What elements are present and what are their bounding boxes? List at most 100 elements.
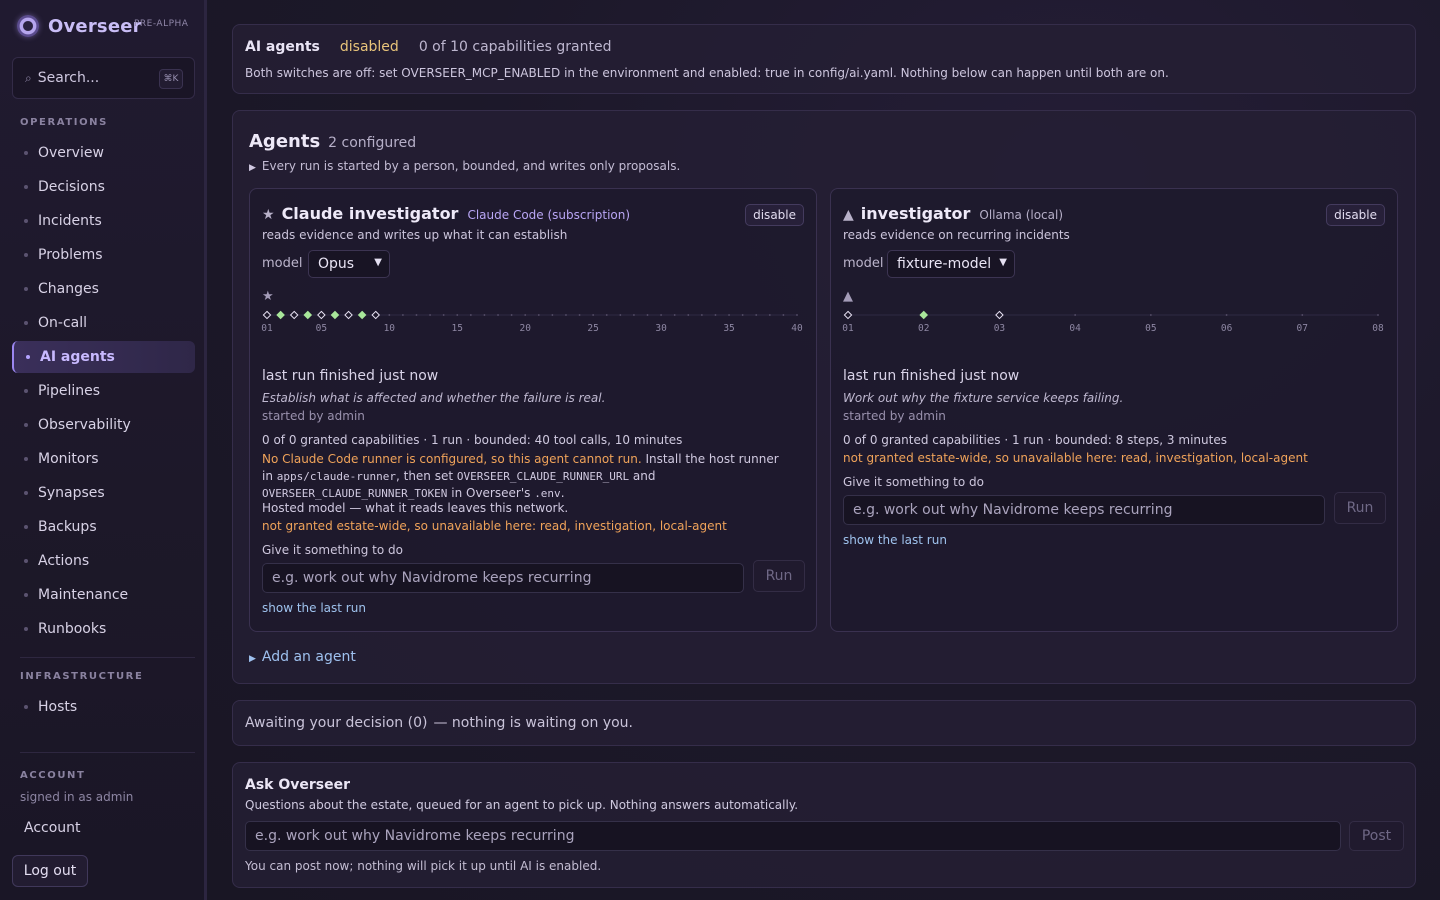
- sidebar-item-changes[interactable]: Changes: [12, 273, 195, 305]
- add-agent-toggle[interactable]: ▶ Add an agent: [249, 649, 356, 665]
- disclosure-triangle-icon: ▶: [249, 654, 256, 664]
- show-last-run-link[interactable]: show the last run: [262, 601, 366, 615]
- run-marker-open[interactable]: [843, 310, 853, 320]
- brand[interactable]: Overseer: [17, 14, 142, 38]
- sidebar-item-actions[interactable]: Actions: [12, 545, 195, 577]
- timeline-empty-slot: [1301, 314, 1304, 316]
- capabilities-count: 0 of 10 capabilities granted: [418, 39, 612, 55]
- run-marker-filled[interactable]: [276, 310, 285, 320]
- timeline-tick-label: 30: [655, 323, 667, 334]
- run-timeline: ▲ 01 02 03 04 05 06 07 08: [841, 285, 1389, 337]
- status-badge: disabled: [339, 39, 399, 55]
- timeline-tick-label: 02: [918, 323, 929, 334]
- timeline-tick-label: 06: [1221, 323, 1233, 334]
- task-input[interactable]: e.g. work out why Navidrome keeps recurr…: [262, 563, 744, 593]
- sidebar-item-label: Pipelines: [38, 383, 101, 399]
- timeline-empty-slot: [1074, 314, 1077, 316]
- sidebar-item-label: Observability: [38, 417, 131, 433]
- task-input[interactable]: e.g. work out why Navidrome keeps recurr…: [843, 495, 1325, 525]
- timeline-tick-label: 15: [452, 323, 463, 334]
- sidebar-item-runbooks[interactable]: Runbooks: [12, 613, 195, 645]
- capabilities-summary: 0 of 0 granted capabilities · 1 run · bo…: [262, 433, 683, 447]
- run-marker-filled[interactable]: [919, 310, 929, 320]
- sidebar-item-maintenance[interactable]: Maintenance: [12, 579, 195, 611]
- run-marker-open[interactable]: [289, 310, 299, 320]
- ask-footer-note: You can post now; nothing will pick it u…: [245, 859, 602, 873]
- run-button[interactable]: Run: [1334, 492, 1386, 524]
- timeline-empty-slot: [510, 314, 513, 316]
- run-marker-filled[interactable]: [357, 310, 367, 320]
- post-button[interactable]: Post: [1349, 821, 1404, 851]
- run-marker-open[interactable]: [371, 310, 381, 320]
- agent-card-claude-investigator: ★ Claude investigator Claude Code (subsc…: [249, 188, 817, 632]
- awaiting-note: — nothing is waiting on you.: [433, 715, 633, 731]
- bullet-icon: [24, 151, 28, 155]
- last-run-status: last run finished just now: [843, 368, 1020, 384]
- disable-button[interactable]: disable: [745, 204, 804, 226]
- sidebar-item-label: Backups: [38, 519, 97, 535]
- question-input[interactable]: e.g. work out why Navidrome keeps recurr…: [245, 821, 1341, 851]
- sidebar-item-overview[interactable]: Overview: [12, 137, 195, 169]
- sidebar-item-backups[interactable]: Backups: [12, 511, 195, 543]
- run-marker-open[interactable]: [262, 310, 272, 320]
- bullet-icon: [24, 219, 28, 223]
- logout-button[interactable]: Log out: [12, 855, 88, 887]
- shortcut-hint: ⌘K: [159, 69, 183, 89]
- capabilities-summary: 0 of 0 granted capabilities · 1 run · bo…: [843, 433, 1227, 447]
- runner-hint: and: [629, 468, 656, 483]
- search-placeholder: Search...: [37, 70, 100, 86]
- sidebar-item-label: Incidents: [38, 213, 102, 229]
- task-label: Give it something to do: [262, 543, 403, 557]
- timeline-empty-slot: [1149, 314, 1152, 316]
- awaiting-decision-panel[interactable]: Awaiting your decision (0) — nothing is w…: [232, 700, 1416, 746]
- run-button[interactable]: Run: [753, 560, 805, 592]
- brand-name: Overseer: [48, 15, 142, 37]
- search-input[interactable]: ⌕ Search... ⌘K: [12, 57, 195, 99]
- timeline-empty-slot: [755, 314, 758, 316]
- timeline-empty-slot: [442, 314, 445, 316]
- run-marker-open[interactable]: [995, 310, 1004, 320]
- ask-overseer-panel: Ask Overseer Questions about the estate,…: [232, 762, 1416, 888]
- run-marker-filled[interactable]: [303, 310, 313, 320]
- sidebar-item-pipelines[interactable]: Pipelines: [12, 375, 195, 407]
- sidebar-item-problems[interactable]: Problems: [12, 239, 195, 271]
- triangle-icon: ▲: [843, 289, 853, 304]
- disable-button[interactable]: disable: [1326, 204, 1385, 226]
- started-by: started by admin: [843, 409, 946, 423]
- timeline-tick-label: 20: [519, 323, 531, 334]
- sidebar-item-hosts[interactable]: Hosts: [12, 691, 195, 723]
- timeline-tick-label: 25: [587, 323, 598, 334]
- sidebar-item-synapses[interactable]: Synapses: [12, 477, 195, 509]
- nav-section-operations: OPERATIONS: [20, 117, 108, 128]
- timeline-empty-slot: [687, 314, 690, 316]
- timeline-tick-label: 01: [261, 323, 273, 334]
- sidebar-item-incidents[interactable]: Incidents: [12, 205, 195, 237]
- star-icon: ★: [262, 289, 274, 304]
- model-select[interactable]: fixture-model ▼: [887, 250, 1015, 278]
- sidebar-item-label: Runbooks: [38, 621, 107, 637]
- nav-divider: [20, 752, 195, 753]
- model-select[interactable]: Opus ▼: [308, 250, 390, 278]
- timeline-empty-slot: [605, 314, 608, 316]
- sidebar-item-ai-agents[interactable]: AI agents: [12, 341, 195, 373]
- agents-note-toggle[interactable]: ▶ Every run is started by a person, bound…: [249, 159, 680, 173]
- sidebar-item-monitors[interactable]: Monitors: [12, 443, 195, 475]
- timeline-empty-slot: [456, 314, 459, 316]
- chevron-down-icon: ▼: [374, 257, 382, 268]
- run-marker-filled[interactable]: [330, 310, 340, 320]
- account-link[interactable]: Account: [24, 820, 81, 836]
- run-marker-open[interactable]: [317, 310, 326, 320]
- show-last-run-link[interactable]: show the last run: [843, 533, 947, 547]
- runner-hint: in Overseer's: [447, 486, 535, 500]
- timeline-empty-slot: [429, 314, 431, 316]
- bullet-icon: [24, 525, 28, 529]
- sidebar-item-decisions[interactable]: Decisions: [12, 171, 195, 203]
- ai-status-panel: AI agents disabled 0 of 10 capabilities …: [232, 24, 1416, 94]
- bullet-icon: [24, 705, 28, 709]
- sidebar-item-on-call[interactable]: On-call: [12, 307, 195, 339]
- timeline-empty-slot: [782, 314, 785, 316]
- bullet-icon: [26, 355, 30, 359]
- sidebar-item-observability[interactable]: Observability: [12, 409, 195, 441]
- star-icon: ★: [262, 207, 275, 223]
- run-marker-open[interactable]: [344, 310, 353, 320]
